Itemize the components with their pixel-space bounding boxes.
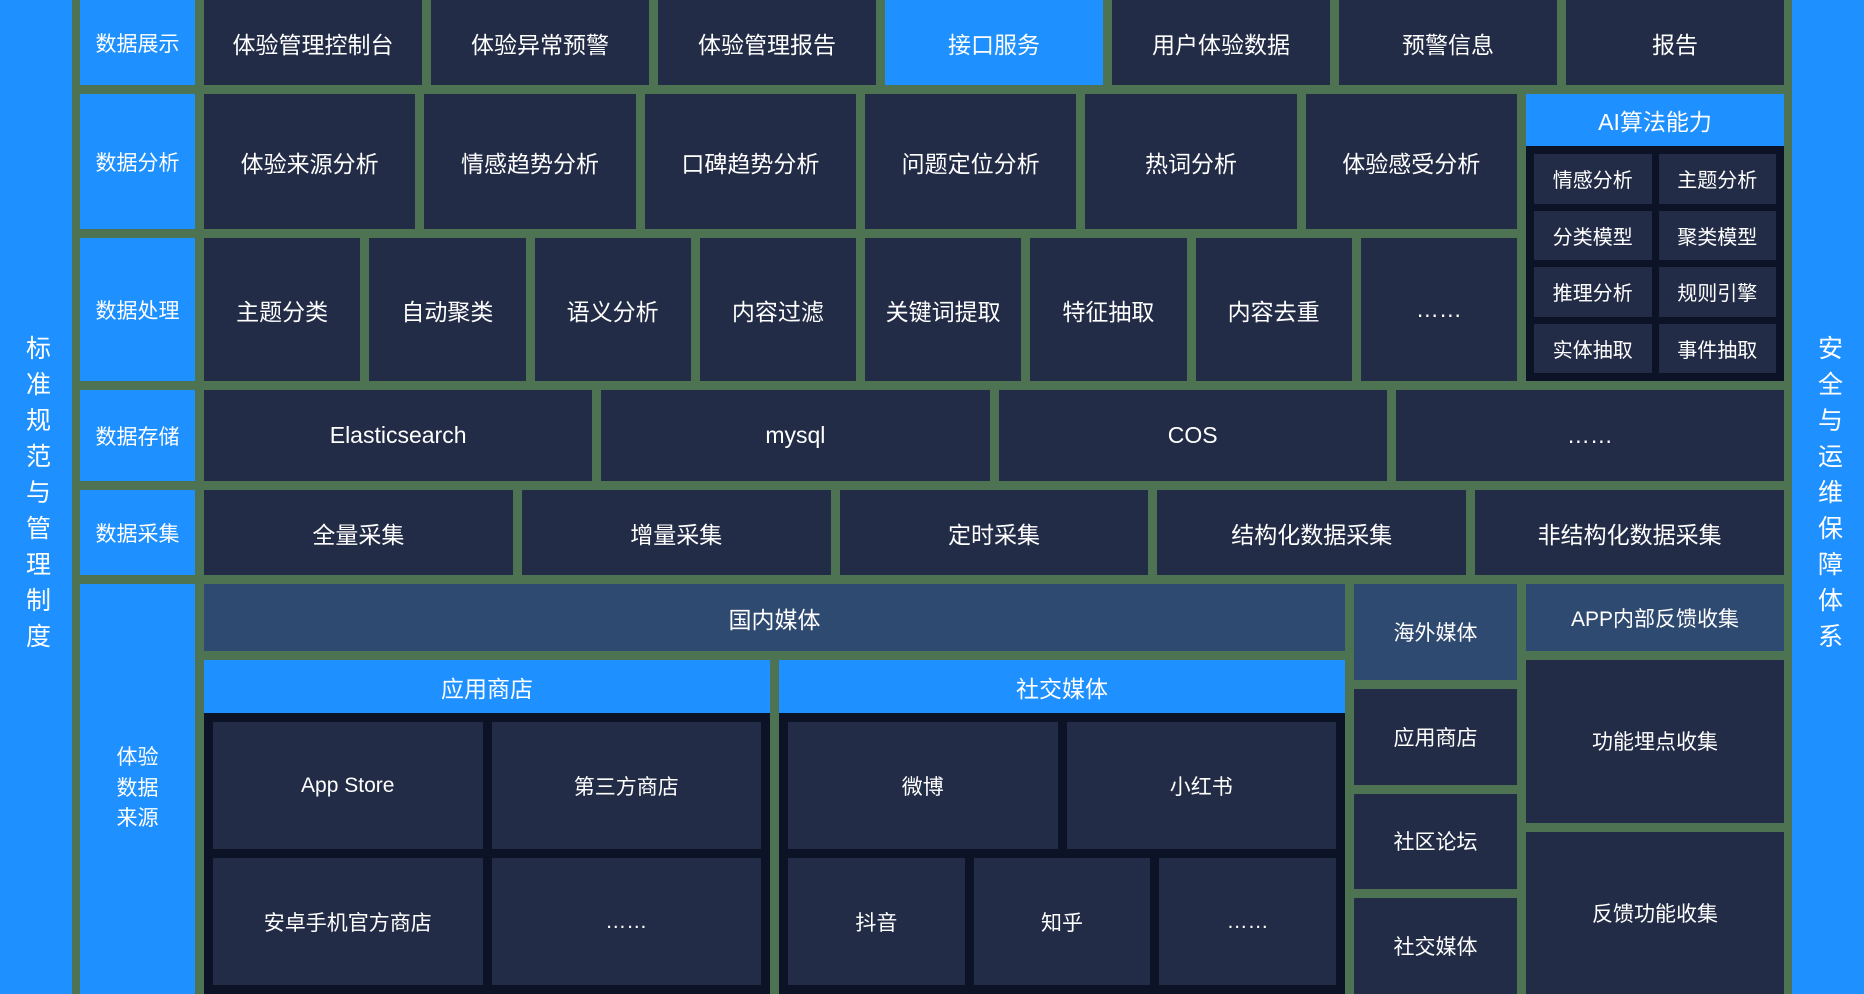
- card-social-media-more[interactable]: ……: [1159, 858, 1337, 985]
- group-app-store: 应用商店 App Store 第三方商店 安卓手机官方商店 ……: [204, 660, 770, 994]
- card-semantic-analysis[interactable]: 语义分析: [534, 238, 691, 381]
- card-domestic-media[interactable]: 国内媒体: [204, 584, 1345, 651]
- card-sentiment-trend-analysis[interactable]: 情感趋势分析: [424, 94, 636, 229]
- card-experience-console[interactable]: 体验管理控制台: [204, 0, 422, 85]
- right-pillar-security: 安全与运维保障体系: [1792, 0, 1864, 994]
- card-col-a-app-store[interactable]: 应用商店: [1354, 688, 1517, 785]
- row-analysis-cells: 体验来源分析 情感趋势分析 口碑趋势分析 问题定位分析 热词分析 体验感受分析: [204, 94, 1517, 229]
- card-community-forum[interactable]: 社区论坛: [1354, 793, 1517, 890]
- card-weibo[interactable]: 微博: [788, 722, 1058, 849]
- row-label-experience-data-source: 体验 数据 来源: [80, 584, 195, 994]
- row-data-collection: 数据采集 全量采集 增量采集 定时采集 结构化数据采集 非结构化数据采集: [80, 490, 1784, 575]
- architecture-diagram: 标准规范与管理制度 数据展示 体验管理控制台 体验异常预警 体验管理报告 接口服…: [0, 0, 1864, 994]
- group-app-store-title[interactable]: 应用商店: [204, 660, 770, 713]
- card-android-official-store[interactable]: 安卓手机官方商店: [213, 858, 483, 985]
- row-label-data-display: 数据展示: [80, 0, 195, 85]
- card-structured-data-collection[interactable]: 结构化数据采集: [1157, 490, 1467, 575]
- row-process-cells: 主题分类 自动聚类 语义分析 内容过滤 关键词提取 特征抽取 内容去重 ……: [204, 238, 1517, 381]
- core-layers: 数据展示 体验管理控制台 体验异常预警 体验管理报告 接口服务 用户体验数据 预…: [80, 0, 1784, 994]
- card-experience-source-analysis[interactable]: 体验来源分析: [204, 94, 416, 229]
- card-mysql[interactable]: mysql: [601, 390, 990, 481]
- card-content-dedup[interactable]: 内容去重: [1195, 238, 1352, 381]
- card-incremental-collection[interactable]: 增量采集: [521, 490, 831, 575]
- card-col-a-social-media[interactable]: 社交媒体: [1354, 898, 1517, 994]
- ai-algorithm-panel: AI算法能力 情感分析 主题分析 分类模型 聚类模型 推理分析 规则引擎 实体抽…: [1526, 94, 1784, 381]
- ai-cell-rule-engine[interactable]: 规则引擎: [1658, 267, 1776, 317]
- ai-cell-clustering-model[interactable]: 聚类模型: [1658, 210, 1776, 260]
- source-label-line-3: 来源: [116, 807, 159, 831]
- card-experience-report[interactable]: 体验管理报告: [658, 0, 876, 85]
- app-store-row-2: 安卓手机官方商店 ……: [213, 858, 761, 985]
- source-label-line-2: 数据: [116, 776, 159, 800]
- card-third-party-store[interactable]: 第三方商店: [491, 722, 761, 849]
- card-app-store[interactable]: App Store: [213, 722, 483, 849]
- card-xiaohongshu[interactable]: 小红书: [1066, 722, 1336, 849]
- source-column-b: APP内部反馈收集 功能埋点收集 反馈功能收集: [1526, 584, 1784, 994]
- social-media-row-1: 微博 小红书: [788, 722, 1336, 849]
- source-groups: 应用商店 App Store 第三方商店 安卓手机官方商店 …… 社交媒体 微博…: [204, 660, 1345, 994]
- row-data-storage: 数据存储 Elasticsearch mysql COS ……: [80, 390, 1784, 481]
- ai-cell-topic-analysis[interactable]: 主题分析: [1658, 154, 1776, 204]
- app-store-row-1: App Store 第三方商店: [213, 722, 761, 849]
- card-reputation-trend-analysis[interactable]: 口碑趋势分析: [644, 94, 856, 229]
- left-pillar-standards: 标准规范与管理制度: [0, 0, 72, 994]
- ai-cell-event-extraction[interactable]: 事件抽取: [1658, 323, 1776, 373]
- card-douyin[interactable]: 抖音: [788, 858, 965, 985]
- card-experience-anomaly-alert[interactable]: 体验异常预警: [431, 0, 649, 85]
- ai-cell-entity-extraction[interactable]: 实体抽取: [1534, 323, 1652, 373]
- group-social-media-title[interactable]: 社交媒体: [779, 660, 1345, 713]
- right-pillar-label: 安全与运维保障体系: [1814, 335, 1843, 659]
- card-experience-feeling-analysis[interactable]: 体验感受分析: [1305, 94, 1517, 229]
- ai-cell-classification-model[interactable]: 分类模型: [1534, 210, 1652, 260]
- card-hot-word-analysis[interactable]: 热词分析: [1085, 94, 1297, 229]
- source-body: 国内媒体 应用商店 App Store 第三方商店 安卓手机官方商店 …… 社交…: [204, 584, 1784, 994]
- card-auto-clustering[interactable]: 自动聚类: [369, 238, 526, 381]
- card-process-more[interactable]: ……: [1360, 238, 1517, 381]
- card-topic-classification[interactable]: 主题分类: [204, 238, 361, 381]
- ai-cell-sentiment-analysis[interactable]: 情感分析: [1534, 154, 1652, 204]
- card-report[interactable]: 报告: [1566, 0, 1784, 85]
- row-storage-cells: Elasticsearch mysql COS ……: [204, 390, 1784, 481]
- row-collect-cells: 全量采集 增量采集 定时采集 结构化数据采集 非结构化数据采集: [204, 490, 1784, 575]
- card-interface-service[interactable]: 接口服务: [885, 0, 1103, 85]
- row-data-display: 数据展示 体验管理控制台 体验异常预警 体验管理报告 接口服务 用户体验数据 预…: [80, 0, 1784, 85]
- card-keyword-extraction[interactable]: 关键词提取: [865, 238, 1022, 381]
- source-left-column: 国内媒体 应用商店 App Store 第三方商店 安卓手机官方商店 …… 社交…: [204, 584, 1345, 994]
- row-label-data-processing: 数据处理: [80, 238, 195, 381]
- card-scheduled-collection[interactable]: 定时采集: [839, 490, 1149, 575]
- card-feature-tracking-collection[interactable]: 功能埋点收集: [1526, 660, 1784, 823]
- card-zhihu[interactable]: 知乎: [973, 858, 1151, 985]
- card-alert-info[interactable]: 预警信息: [1339, 0, 1557, 85]
- left-pillar-label: 标准规范与管理制度: [22, 335, 51, 659]
- card-elasticsearch[interactable]: Elasticsearch: [204, 390, 593, 481]
- group-app-store-body: App Store 第三方商店 安卓手机官方商店 ……: [204, 713, 770, 994]
- source-column-a: 海外媒体 应用商店 社区论坛 社交媒体: [1354, 584, 1517, 994]
- row-data-analysis: 数据分析 体验来源分析 情感趋势分析 口碑趋势分析 问题定位分析 热词分析 体验…: [80, 94, 1784, 381]
- card-app-internal-feedback[interactable]: APP内部反馈收集: [1526, 584, 1784, 651]
- card-cos[interactable]: COS: [998, 390, 1387, 481]
- row-experience-data-source: 体验 数据 来源 国内媒体 应用商店 App Store 第三方商店 安卓手机官…: [80, 584, 1784, 994]
- card-app-store-more[interactable]: ……: [491, 858, 761, 985]
- card-unstructured-data-collection[interactable]: 非结构化数据采集: [1475, 490, 1784, 575]
- card-user-experience-data[interactable]: 用户体验数据: [1112, 0, 1330, 85]
- card-content-filtering[interactable]: 内容过滤: [699, 238, 856, 381]
- ai-panel-title: AI算法能力: [1526, 94, 1784, 146]
- row-display-cells: 体验管理控制台 体验异常预警 体验管理报告 接口服务 用户体验数据 预警信息 报…: [204, 0, 1784, 85]
- row-label-data-analysis: 数据分析: [80, 94, 195, 229]
- card-issue-location-analysis[interactable]: 问题定位分析: [864, 94, 1077, 229]
- group-social-media-body: 微博 小红书 抖音 知乎 ……: [779, 713, 1345, 994]
- ai-panel-wrapper: AI算法能力 情感分析 主题分析 分类模型 聚类模型 推理分析 规则引擎 实体抽…: [1526, 94, 1784, 381]
- group-social-media: 社交媒体 微博 小红书 抖音 知乎 ……: [779, 660, 1345, 994]
- card-storage-more[interactable]: ……: [1395, 390, 1784, 481]
- row-label-data-collection: 数据采集: [80, 490, 195, 575]
- ai-panel-grid: 情感分析 主题分析 分类模型 聚类模型 推理分析 规则引擎 实体抽取 事件抽取: [1526, 146, 1784, 381]
- card-feature-extraction[interactable]: 特征抽取: [1030, 238, 1187, 381]
- source-label-line-1: 体验: [116, 746, 159, 770]
- card-overseas-media[interactable]: 海外媒体: [1354, 584, 1517, 680]
- card-full-collection[interactable]: 全量采集: [204, 490, 513, 575]
- row-label-data-storage: 数据存储: [80, 390, 195, 481]
- ai-cell-inference-analysis[interactable]: 推理分析: [1534, 267, 1652, 317]
- card-feedback-feature-collection[interactable]: 反馈功能收集: [1526, 831, 1784, 994]
- social-media-row-2: 抖音 知乎 ……: [788, 858, 1337, 985]
